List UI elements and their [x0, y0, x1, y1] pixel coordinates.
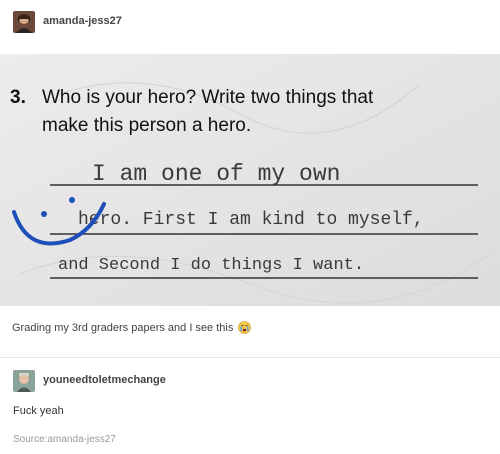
answer-line-1: I am one of my own — [92, 161, 340, 187]
question-line-1: Who is your hero? Write two things that — [42, 87, 374, 108]
reply-text: Fuck yeah — [13, 405, 64, 417]
question-number: 3. — [10, 87, 26, 108]
question-line-2: make this person a hero. — [42, 115, 251, 136]
avatar[interactable] — [13, 11, 35, 33]
post-username[interactable]: amanda-jess27 — [43, 15, 122, 27]
post-header: amanda-jess27 — [0, 0, 500, 44]
answer-line-2: hero. First I am kind to myself, — [78, 210, 424, 230]
post-photo: 3. Who is your hero? Write two things th… — [0, 54, 500, 306]
reply-avatar[interactable] — [13, 370, 35, 392]
source-link[interactable]: Source:amanda-jess27 — [13, 434, 116, 445]
reply-username[interactable]: youneedtoletmechange — [43, 374, 166, 386]
worksheet-image: 3. Who is your hero? Write two things th… — [0, 54, 500, 306]
answer-line-3: and Second I do things I want. — [58, 256, 364, 275]
post-caption: Grading my 3rd graders papers and I see … — [12, 321, 252, 334]
divider — [0, 357, 500, 358]
crying-face-icon — [238, 321, 252, 334]
caption-text: Grading my 3rd graders papers and I see … — [12, 322, 234, 334]
